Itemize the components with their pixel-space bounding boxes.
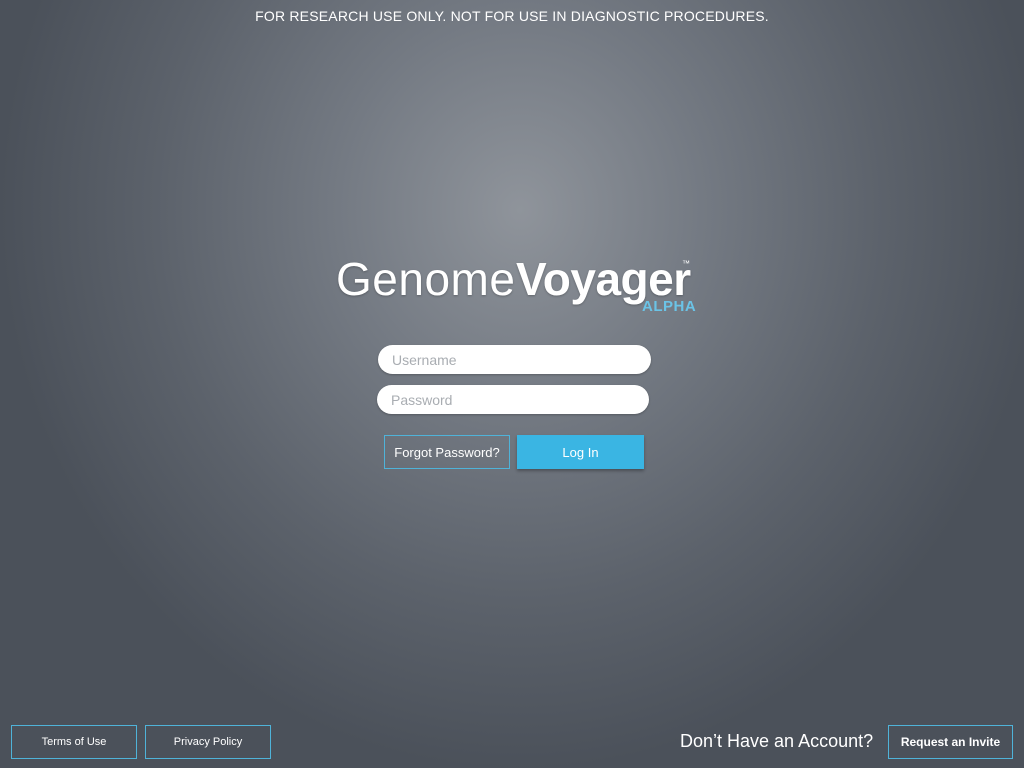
log-in-button[interactable]: Log In	[517, 435, 644, 469]
alpha-tag: ALPHA	[642, 298, 697, 315]
research-disclaimer: FOR RESEARCH USE ONLY. NOT FOR USE IN DI…	[255, 8, 769, 24]
no-account-prompt: Don’t Have an Account?	[680, 731, 874, 751]
forgot-password-button[interactable]: Forgot Password?	[384, 435, 510, 469]
request-invite-button[interactable]: Request an Invite	[888, 725, 1013, 759]
password-input[interactable]	[377, 385, 649, 414]
terms-of-use-button[interactable]: Terms of Use	[11, 725, 137, 759]
genome-voyager-logo: Genome Voyager ™ ALPHA	[336, 252, 706, 322]
privacy-policy-button[interactable]: Privacy Policy	[145, 725, 271, 759]
trademark-symbol: ™	[682, 259, 690, 268]
username-input[interactable]	[378, 345, 651, 374]
logo-word-genome: Genome	[336, 253, 516, 305]
